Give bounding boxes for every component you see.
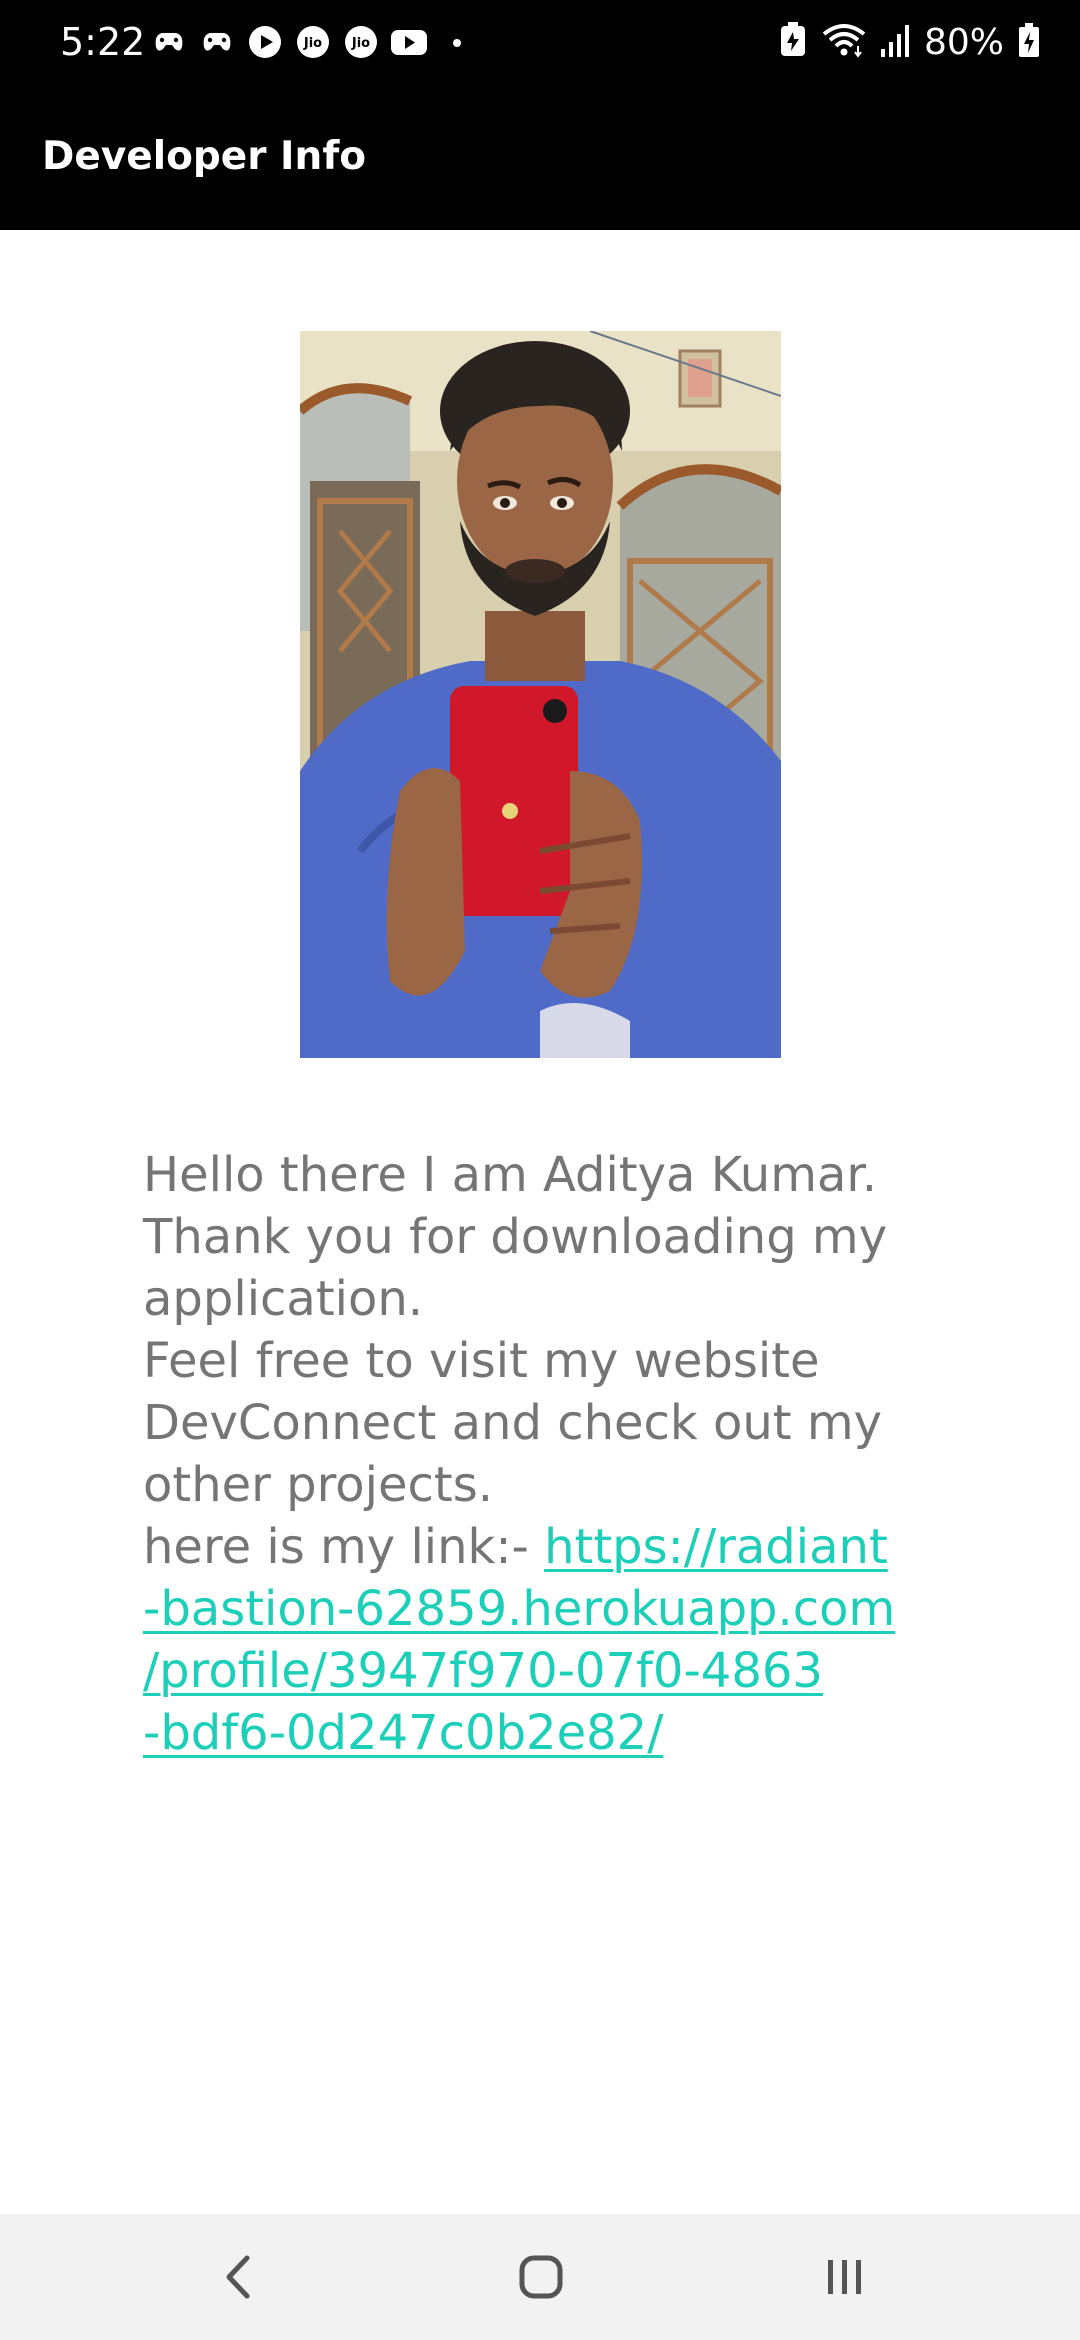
recent-apps-icon: [820, 2252, 870, 2307]
svg-text:Jio: Jio: [351, 36, 370, 51]
website-link[interactable]: -bastion-62859.herokuapp.com: [143, 1578, 903, 1640]
game-controller-icon: [198, 23, 236, 61]
battery-percent: 80%: [923, 21, 1004, 63]
jio-icon: Jio: [294, 23, 332, 61]
back-icon: [219, 2252, 259, 2307]
dot-icon: [438, 23, 476, 61]
play-icon: [246, 23, 284, 61]
info-line: Hello there I am Aditya Kumar.: [143, 1147, 877, 1203]
recent-apps-button[interactable]: [810, 2244, 880, 2314]
info-line: application.: [143, 1271, 424, 1327]
info-line: Feel free to visit my website: [143, 1333, 820, 1389]
page-title: Developer Info: [42, 134, 367, 179]
status-time: 5:22: [60, 20, 146, 64]
info-line: DevConnect and check out my: [143, 1395, 883, 1451]
svg-text:Jio: Jio: [303, 36, 322, 51]
developer-info-text: Hello there I am Aditya Kumar. Thank you…: [143, 1144, 903, 1764]
content-area: Hello there I am Aditya Kumar. Thank you…: [0, 230, 1080, 2214]
notification-icons: Jio Jio: [150, 22, 476, 62]
game-controller-icon: [150, 23, 188, 61]
navigation-bar: [0, 2214, 1080, 2340]
link-prefix: here is my link:-: [143, 1519, 545, 1575]
battery-saver-icon: [778, 21, 808, 63]
website-link[interactable]: /profile/3947f970-07f0-4863: [143, 1640, 903, 1702]
status-bar: 5:22 Jio Jio 80%: [0, 0, 1080, 84]
status-right: 80%: [778, 18, 1040, 66]
app-bar: Developer Info: [0, 84, 1080, 230]
developer-photo: [300, 331, 781, 1058]
home-button[interactable]: [506, 2244, 576, 2314]
wifi-icon: [822, 22, 866, 63]
link-line: here is my link:- https://radiant: [143, 1516, 903, 1578]
website-link[interactable]: -bdf6-0d247c0b2e82/: [143, 1702, 903, 1764]
jio-icon: Jio: [342, 23, 380, 61]
info-line: other projects.: [143, 1457, 493, 1513]
battery-charging-icon: [1018, 22, 1040, 63]
youtube-icon: [390, 23, 428, 61]
signal-icon: [880, 23, 910, 62]
home-icon: [516, 2252, 566, 2307]
website-link[interactable]: https://radiant: [544, 1519, 888, 1575]
info-line: Thank you for downloading my: [143, 1209, 888, 1265]
back-button[interactable]: [204, 2244, 274, 2314]
